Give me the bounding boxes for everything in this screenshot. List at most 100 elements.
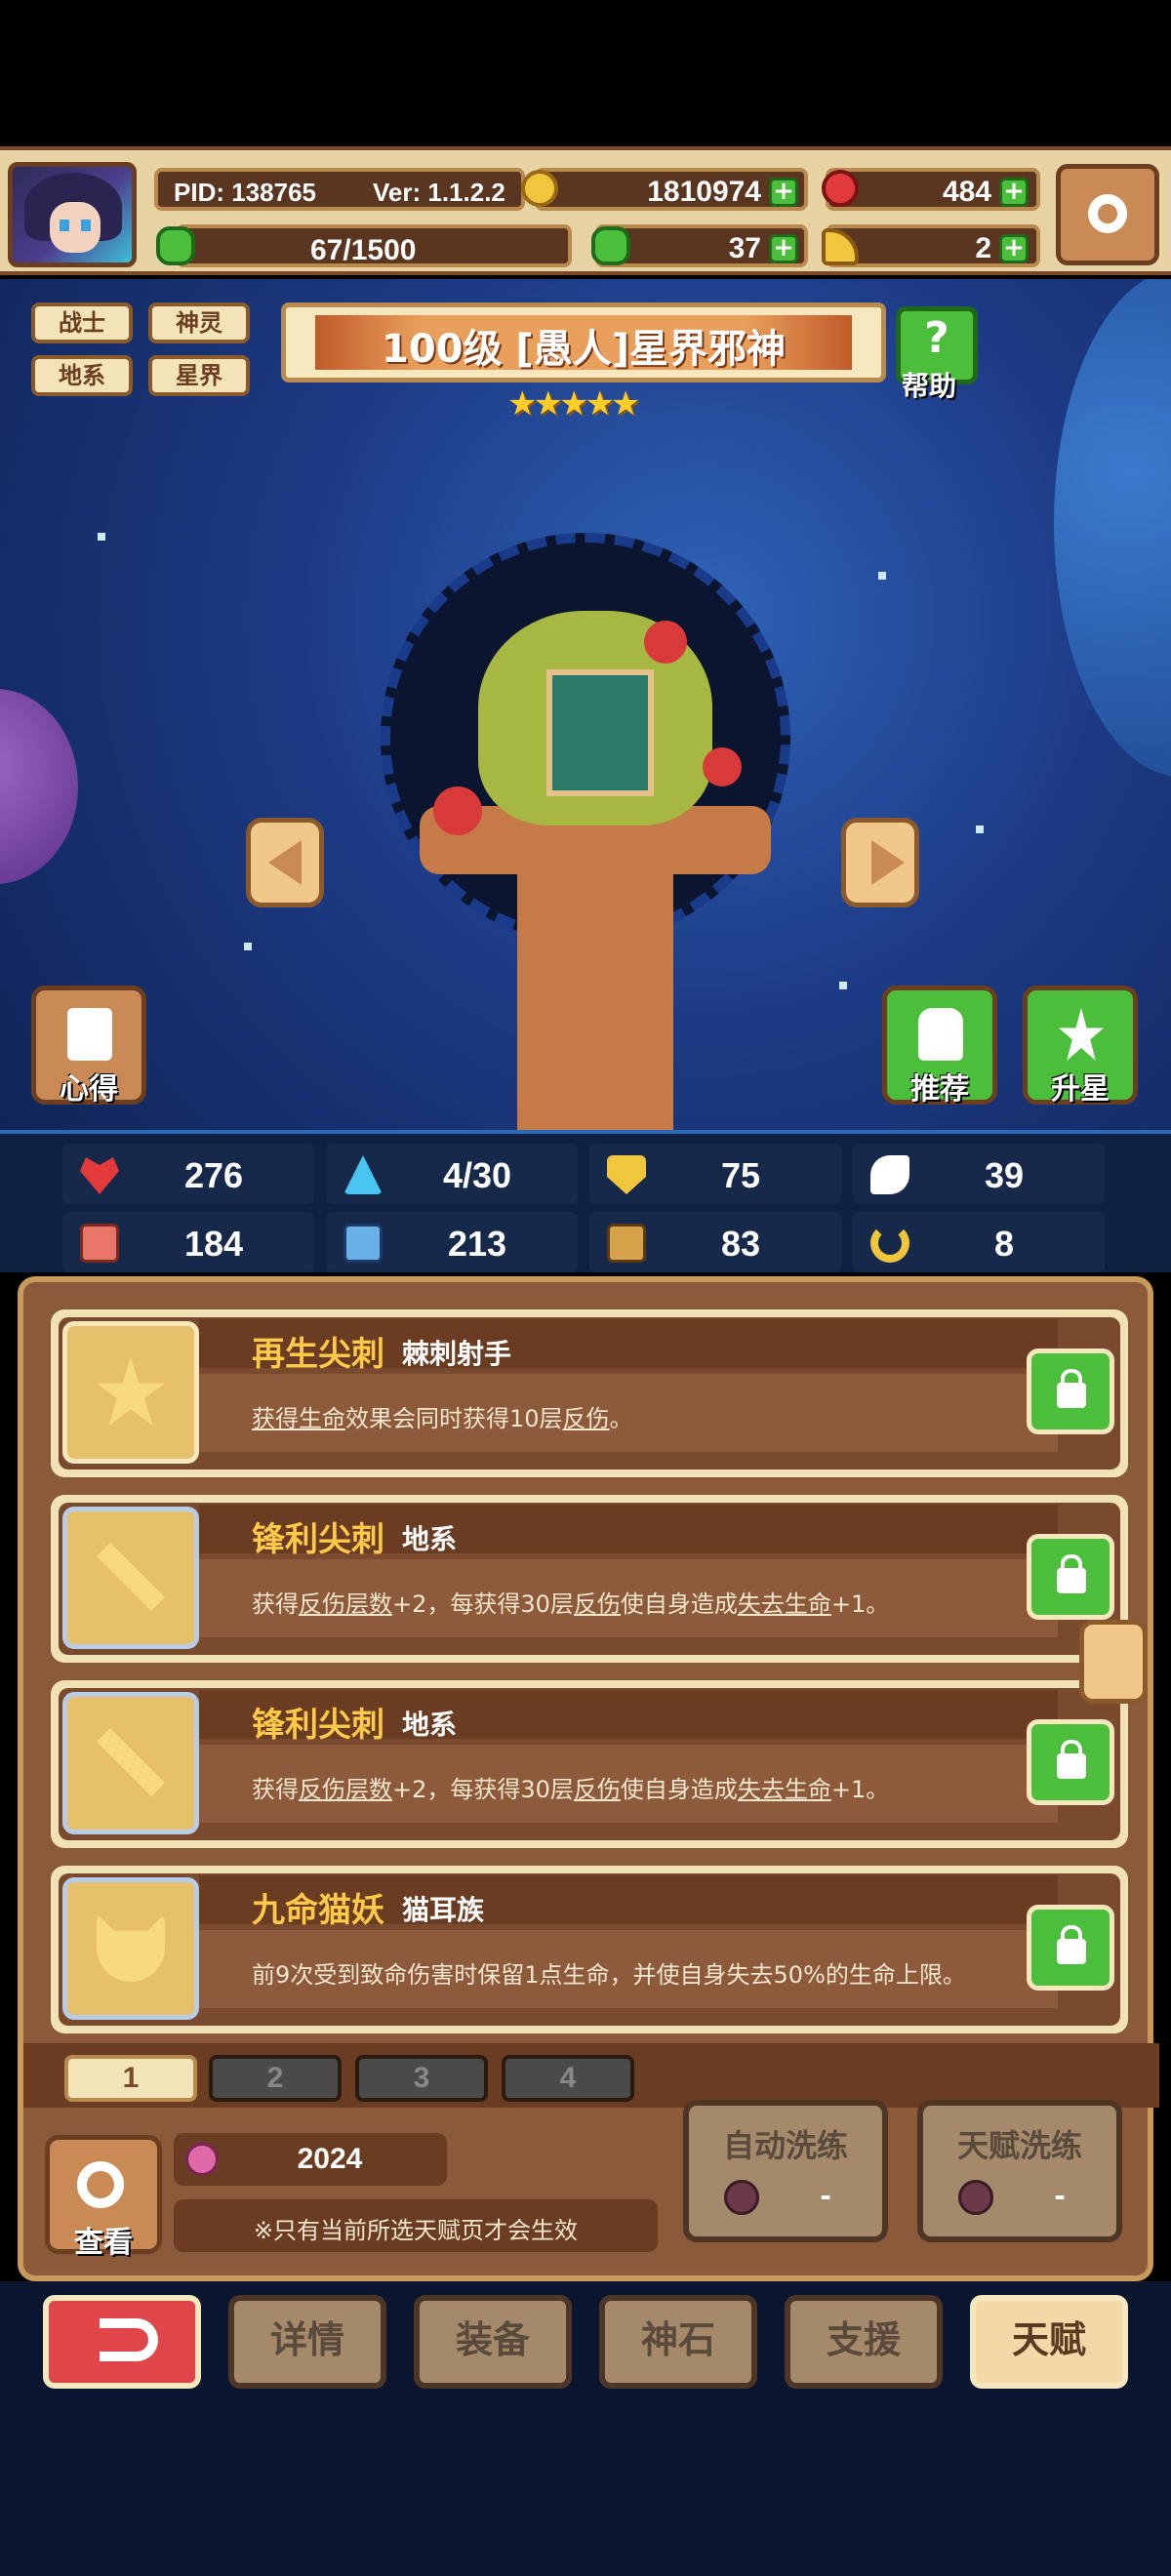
add-gem-button[interactable]: + xyxy=(999,178,1029,207)
desc-text: +2，每获得30层 xyxy=(392,1776,574,1803)
nav-equipment[interactable]: 装备 xyxy=(414,2295,572,2389)
water-drop-icon xyxy=(343,1155,383,1194)
talent-1-source: 棘刺射手 xyxy=(402,1338,512,1370)
stat-magic: 213 xyxy=(326,1212,578,1272)
thumbs-up-icon xyxy=(918,1008,963,1061)
talent-4-lock-button[interactable] xyxy=(1027,1905,1114,1991)
talent-3-lock-button[interactable] xyxy=(1027,1719,1114,1805)
avatar[interactable] xyxy=(8,162,137,267)
clover-value: 37 xyxy=(728,232,761,264)
horseshoe-icon xyxy=(870,1224,909,1263)
keyword-link[interactable]: 反伤 xyxy=(574,1590,621,1618)
crossed-spikes-icon xyxy=(97,1543,165,1611)
talent-2-lock-button[interactable] xyxy=(1027,1534,1114,1620)
next-hero-button[interactable] xyxy=(841,818,919,907)
boot-icon xyxy=(607,1224,646,1263)
talent-4-desc: 前9次受到致命伤害时保留1点生命，并使自身失去50%的生命上限。 xyxy=(252,1955,966,1990)
desc-text: 。 xyxy=(609,1405,633,1432)
notebook-icon xyxy=(67,1008,112,1061)
back-button[interactable] xyxy=(43,2295,201,2389)
talent-1-name: 再生尖刺 xyxy=(252,1335,384,1374)
add-gold-button[interactable]: + xyxy=(769,178,798,207)
gold-value: 1810974 xyxy=(647,176,761,208)
recommend-button[interactable]: 推荐 xyxy=(882,986,997,1107)
desc-text: +1。 xyxy=(830,1590,890,1618)
page-tab-3[interactable]: 3 xyxy=(355,2055,488,2102)
keyword-link[interactable]: 失去生命 xyxy=(738,1590,831,1618)
page-tab-1[interactable]: 1 xyxy=(64,2055,197,2102)
crossed-spikes-icon xyxy=(97,1728,165,1796)
stat-attack: 184 xyxy=(62,1212,314,1272)
desc-text: +1。 xyxy=(830,1776,890,1803)
talent-card-4[interactable]: 九命猫妖 猫耳族 前9次受到致命伤害时保留1点生命，并使自身失去50%的生命上限… xyxy=(51,1866,1128,2033)
nav-details[interactable]: 详情 xyxy=(228,2295,386,2389)
scroll-handle[interactable] xyxy=(1079,1620,1148,1704)
keyword-link[interactable]: 反伤层数 xyxy=(299,1590,392,1618)
red-gem-icon xyxy=(822,170,859,207)
clover-icon xyxy=(591,226,630,265)
version-text: Ver: 1.1.2.2 xyxy=(373,178,505,207)
star-badge-icon xyxy=(97,1357,165,1426)
stamina-value: 67/1500 xyxy=(310,234,417,266)
dark-berry-icon xyxy=(724,2180,759,2215)
auto-reroll-button[interactable]: 自动洗练 - xyxy=(683,2100,888,2242)
hero-display: 战士 神灵 地系 星界 100级 [愚人]星界邪神 ★★★★★ ? 帮助 心得 … xyxy=(0,279,1171,1130)
settings-button[interactable] xyxy=(1056,164,1159,265)
talent-2-name: 锋利尖刺 xyxy=(252,1520,384,1559)
hero-sprite xyxy=(361,513,810,1130)
talent-1-lock-button[interactable] xyxy=(1027,1348,1114,1434)
desc-text: 获得 xyxy=(252,1590,299,1618)
talent-3-source: 地系 xyxy=(402,1709,458,1741)
add-clover-button[interactable]: + xyxy=(769,234,798,263)
keyword-link[interactable]: 反伤 xyxy=(574,1776,621,1803)
nav-support[interactable]: 支援 xyxy=(785,2295,943,2389)
keyword-link[interactable]: 反伤 xyxy=(563,1405,610,1432)
nav-god-stone[interactable]: 神石 xyxy=(599,2295,757,2389)
keyword-link[interactable]: 反伤层数 xyxy=(299,1776,392,1803)
chevron-left-icon xyxy=(268,840,302,885)
talent-card-1[interactable]: 再生尖刺 棘刺射手 获得生命效果会同时获得10层反伤。 xyxy=(51,1309,1128,1477)
page-tab-4[interactable]: 4 xyxy=(502,2055,634,2102)
add-boot-button[interactable]: + xyxy=(999,234,1029,263)
star-up-button[interactable]: 升星 xyxy=(1023,986,1138,1107)
desc-text: +2，每获得30层 xyxy=(392,1590,574,1618)
stat-defense: 75 xyxy=(589,1144,841,1204)
hero-star-rating: ★★★★★ xyxy=(507,384,640,423)
book-icon xyxy=(343,1224,383,1263)
blue-planet xyxy=(1054,279,1171,777)
view-button[interactable]: 查看 xyxy=(45,2135,162,2260)
talent-2-source: 地系 xyxy=(402,1523,458,1555)
page-tab-2[interactable]: 2 xyxy=(209,2055,342,2102)
purple-planet xyxy=(0,689,78,884)
lock-icon xyxy=(1057,1369,1086,1408)
gem-value: 484 xyxy=(942,176,991,208)
fist-icon xyxy=(80,1224,119,1263)
stamina-clover-icon xyxy=(156,226,195,265)
talent-card-2[interactable]: 锋利尖刺 地系 获得反伤层数+2，每获得30层反伤使自身造成失去生命+1。 xyxy=(51,1495,1128,1663)
magnifier-icon xyxy=(77,2161,124,2208)
stat-speed: 39 xyxy=(853,1144,1105,1204)
desc-text: 前9次受到致命伤害时保留1点生命，并使自身失去50%的生命上限。 xyxy=(252,1961,966,1989)
gold-coin-icon xyxy=(521,170,558,207)
talent-2-icon xyxy=(62,1507,199,1649)
talent-4-source: 猫耳族 xyxy=(402,1894,485,1926)
talent-reroll-button[interactable]: 天赋洗练 - xyxy=(917,2100,1122,2242)
insight-button[interactable]: 心得 xyxy=(31,986,146,1107)
hero-title-banner: 100级 [愚人]星界邪神 xyxy=(281,302,886,382)
tag-earth: 地系 xyxy=(31,355,133,396)
talent-card-3[interactable]: 锋利尖刺 地系 获得反伤层数+2，每获得30层反伤使自身造成失去生命+1。 xyxy=(51,1680,1128,1848)
gear-icon xyxy=(1088,194,1127,233)
berry-icon xyxy=(185,2143,219,2176)
nav-talent[interactable]: 天赋 xyxy=(970,2295,1128,2389)
wing-icon xyxy=(870,1155,909,1194)
keyword-link[interactable]: 失去生命 xyxy=(738,1776,831,1803)
talent-1-icon xyxy=(62,1321,199,1464)
lock-icon xyxy=(1057,1740,1086,1779)
help-label[interactable]: 帮助 xyxy=(902,365,956,404)
talent-1-desc: 获得生命效果会同时获得10层反伤。 xyxy=(252,1399,633,1433)
prev-hero-button[interactable] xyxy=(246,818,324,907)
stat-energy: 4/30 xyxy=(326,1144,578,1204)
keyword-link[interactable]: 获得生命 xyxy=(252,1405,345,1432)
status-bar-area xyxy=(0,0,1171,146)
boot-value: 2 xyxy=(975,232,991,264)
